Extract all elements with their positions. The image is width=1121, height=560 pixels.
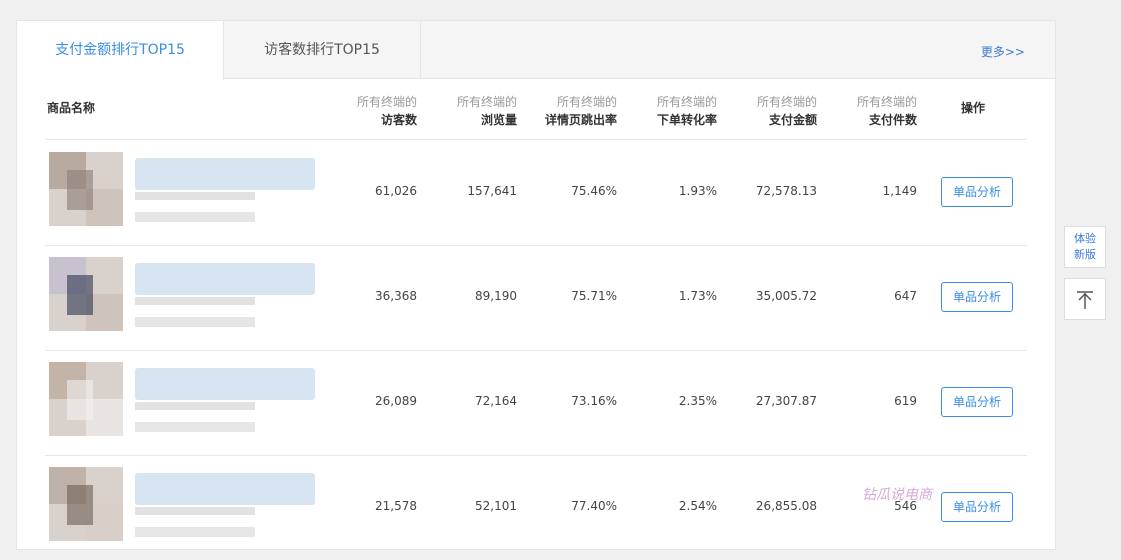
- table-row: 36,368 89,190 75.71% 1.73% 35,005.72 647…: [45, 245, 1027, 351]
- tab-bar: 支付金额排行TOP15 访客数排行TOP15 更多>>: [17, 21, 1055, 80]
- table-header: 商品名称 所有终端的 访客数 所有终端的 浏览量 所有终端的 详情页跳出率 所有…: [45, 79, 1027, 140]
- table-row: 61,026 157,641 75.46% 1.93% 72,578.13 1,…: [45, 140, 1027, 246]
- header-product-name: 商品名称: [47, 101, 96, 115]
- header-sub: 所有终端的: [856, 95, 917, 109]
- back-to-top-button[interactable]: [1064, 278, 1106, 320]
- product-title-blurred-line: [135, 297, 255, 305]
- product-thumbnail[interactable]: [49, 467, 123, 541]
- product-thumbnail[interactable]: [49, 362, 123, 436]
- header-main: 支付件数: [868, 113, 917, 127]
- header-payment-pieces: 所有终端的 支付件数: [797, 93, 917, 129]
- item-analysis-button[interactable]: 单品分析: [941, 387, 1013, 417]
- table-row: 26,089 72,164 73.16% 2.35% 27,307.87 619…: [45, 350, 1027, 456]
- item-analysis-button[interactable]: 单品分析: [941, 177, 1013, 207]
- item-analysis-button[interactable]: 单品分析: [941, 282, 1013, 312]
- cell-payment-pieces: 619: [894, 394, 917, 408]
- product-meta-blurred: [135, 212, 255, 222]
- try-new-version-button[interactable]: 体验 新版: [1064, 226, 1106, 268]
- product-meta-blurred: [135, 317, 255, 327]
- header-operation: 操作: [961, 101, 986, 115]
- ranking-panel: 支付金额排行TOP15 访客数排行TOP15 更多>> 商品名称 所有终端的 访…: [16, 20, 1056, 550]
- product-title-blurred[interactable]: [135, 473, 315, 505]
- watermark: 钻瓜说电商: [862, 487, 932, 503]
- try-new-version-line1: 体验: [1074, 232, 1096, 245]
- product-title-blurred[interactable]: [135, 263, 315, 295]
- product-title-blurred-line: [135, 192, 255, 200]
- product-meta-blurred: [135, 527, 255, 537]
- product-title-blurred-line: [135, 507, 255, 515]
- product-thumbnail[interactable]: [49, 257, 123, 331]
- cell-payment-pieces: 1,149: [882, 184, 917, 198]
- cell-payment-pieces: 647: [894, 289, 917, 303]
- arrow-up-to-top-icon: [1077, 291, 1093, 309]
- try-new-version-line2: 新版: [1074, 248, 1096, 261]
- product-title-blurred[interactable]: [135, 368, 315, 400]
- product-meta-blurred: [135, 422, 255, 432]
- table-row: 21,578 52,101 77.40% 2.54% 26,855.08 546…: [45, 455, 1027, 560]
- tab-payment-top15[interactable]: 支付金额排行TOP15: [17, 21, 224, 80]
- more-link[interactable]: 更多>>: [981, 43, 1025, 60]
- product-title-blurred-line: [135, 402, 255, 410]
- product-thumbnail[interactable]: [49, 152, 123, 226]
- tab-visitors-top15[interactable]: 访客数排行TOP15: [224, 21, 421, 79]
- product-title-blurred[interactable]: [135, 158, 315, 190]
- item-analysis-button[interactable]: 单品分析: [941, 492, 1013, 522]
